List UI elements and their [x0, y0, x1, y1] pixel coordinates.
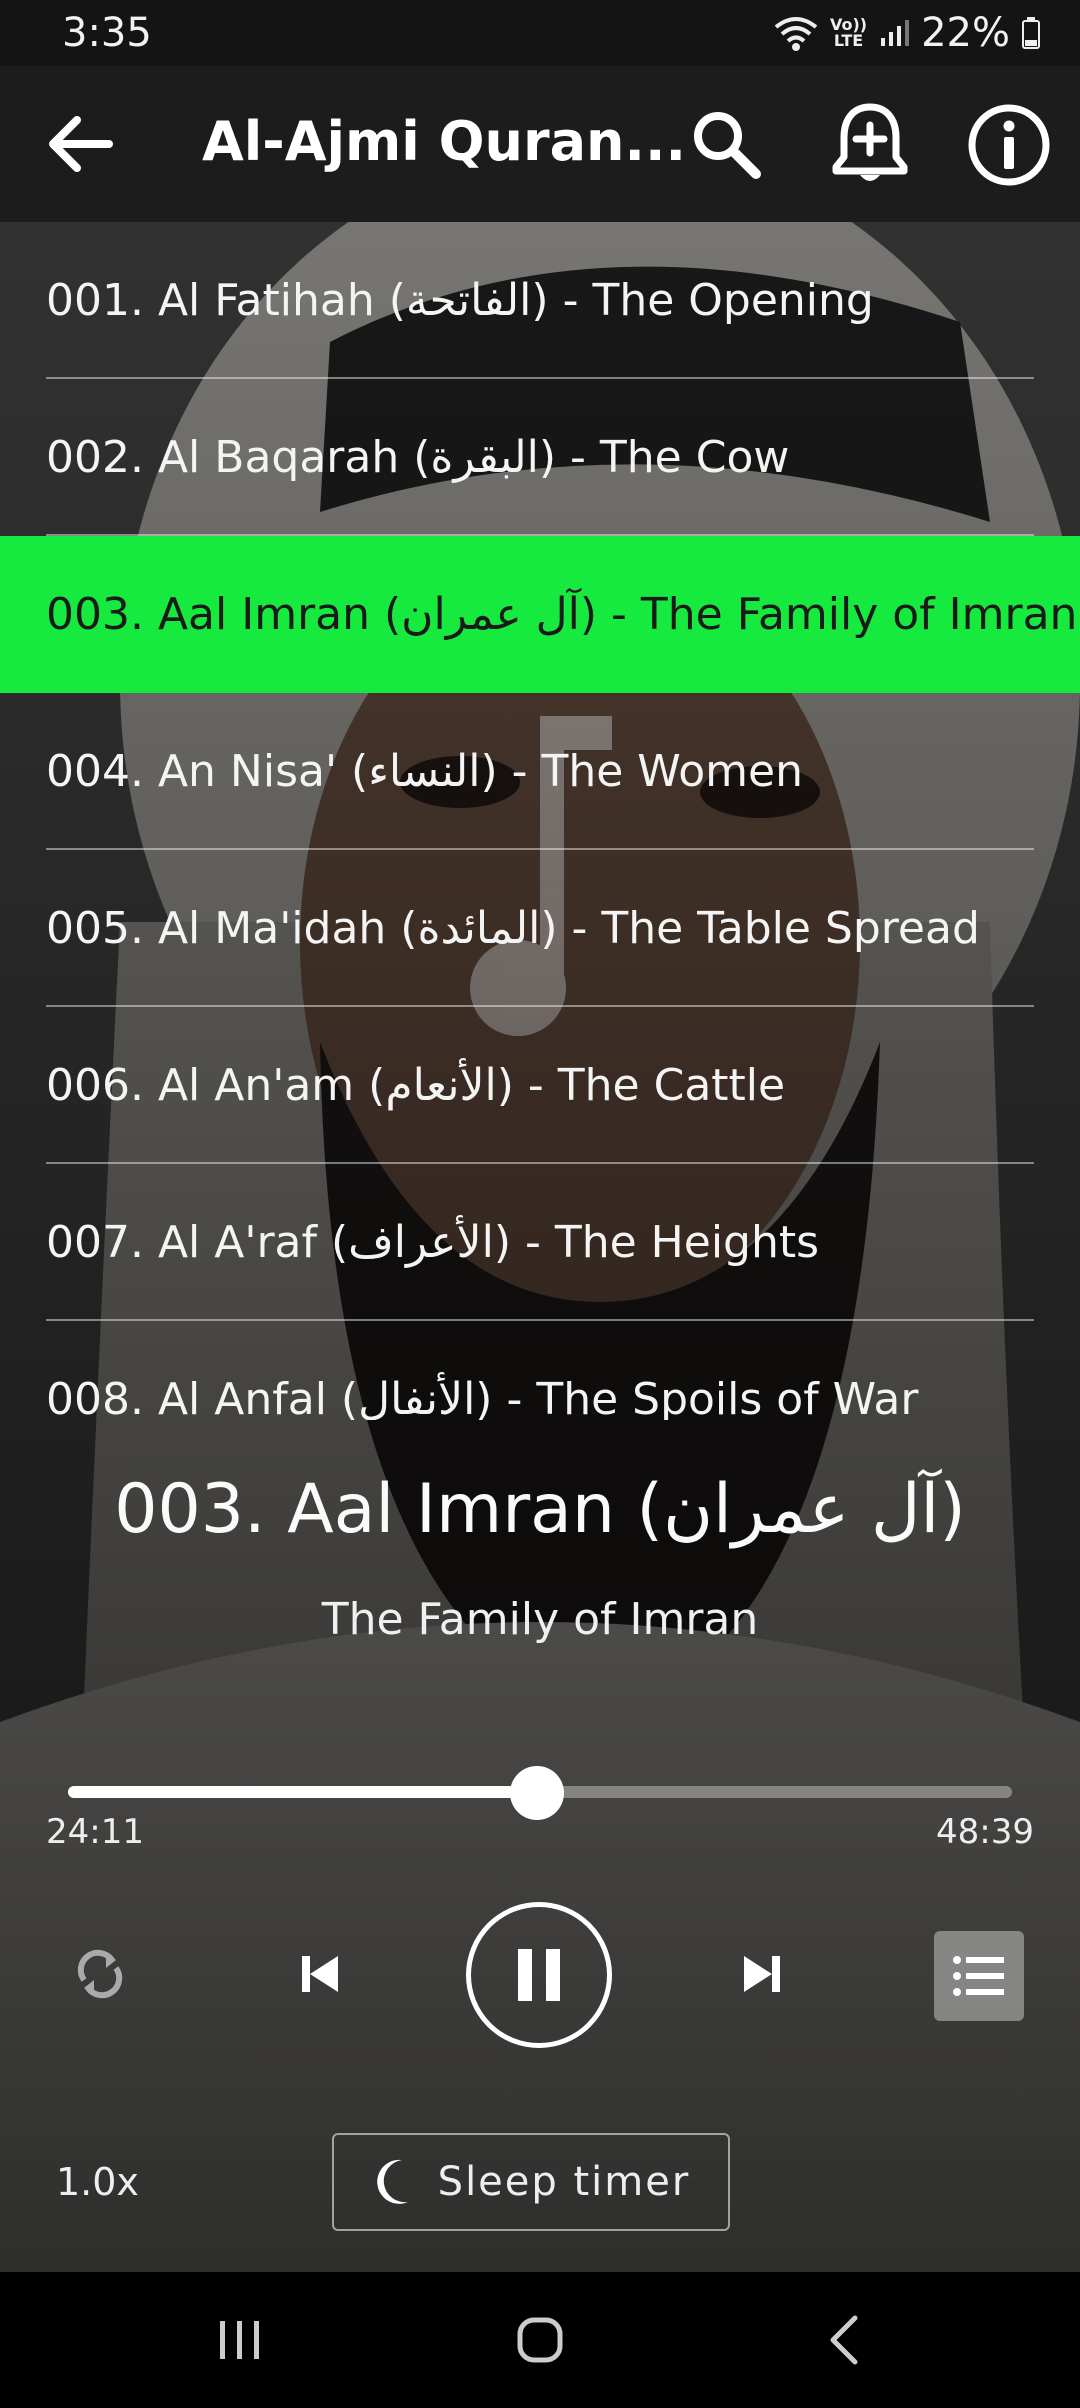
total-time: 48:39 [936, 1812, 1034, 1852]
search-button[interactable] [686, 104, 766, 184]
recent-apps-icon [220, 2321, 259, 2359]
status-icons: Vo)) LTE 22% [774, 10, 1040, 56]
status-time: 3:35 [62, 10, 152, 56]
search-icon [694, 112, 761, 179]
app-bar: Al-Ajmi Quran... [0, 66, 1080, 222]
wifi-icon [774, 17, 818, 51]
system-back-button[interactable] [804, 2300, 884, 2380]
now-playing-title: 003. Aal Imran (آل عمران) [114, 1470, 966, 1549]
list-item[interactable]: 008. Al Anfal (الأنفال) - The Spoils of … [0, 1321, 1080, 1420]
previous-button[interactable] [280, 1934, 360, 2014]
list-icon [953, 1956, 1004, 1996]
moon-icon [376, 2159, 408, 2204]
pause-button[interactable] [466, 1902, 612, 2048]
repeat-icon [77, 1949, 123, 1999]
list-item[interactable]: 007. Al A'raf (الأعراف) - The Heights [0, 1164, 1080, 1321]
list-item[interactable]: 005. Al Ma'idah (المائدة) - The Table Sp… [0, 850, 1080, 1007]
info-button[interactable] [964, 100, 1054, 190]
recent-apps-button[interactable] [200, 2300, 280, 2380]
playlist-button[interactable] [934, 1931, 1024, 2021]
battery-icon [1022, 17, 1040, 49]
pause-icon [518, 1949, 560, 2001]
back-button[interactable] [40, 104, 120, 184]
list-item[interactable]: 006. Al An'am (الأنعام) - The Cattle [0, 1007, 1080, 1164]
signal-icon [881, 20, 910, 46]
battery-percent: 22% [921, 10, 1010, 56]
player-content: 001. Al Fatihah (الفاتحة) - The Opening … [0, 222, 1080, 2272]
info-icon [968, 104, 1050, 186]
seek-bar[interactable] [68, 1766, 1012, 1820]
sleep-timer-button[interactable]: Sleep timer [332, 2133, 730, 2231]
skip-previous-icon [302, 1956, 338, 1992]
list-item[interactable]: 002. Al Baqarah (البقرة) - The Cow [0, 379, 1080, 536]
list-item[interactable]: 004. An Nisa' (النساء) - The Women [0, 693, 1080, 850]
now-playing-subtitle: The Family of Imran [321, 1594, 759, 1645]
chevron-left-icon [830, 2315, 858, 2365]
playback-speed-button[interactable]: 1.0x [56, 2160, 139, 2204]
arrow-left-icon [49, 116, 113, 172]
bell-plus-icon [832, 103, 908, 181]
seek-progress [68, 1786, 538, 1798]
next-button[interactable] [722, 1934, 802, 2014]
home-button[interactable] [500, 2300, 580, 2380]
lte-indicator: Vo)) LTE [829, 15, 868, 50]
system-nav-bar [0, 2272, 1080, 2408]
home-icon [517, 2317, 563, 2363]
repeat-button[interactable] [60, 1934, 140, 2014]
list-item[interactable]: 001. Al Fatihah (الفاتحة) - The Opening [0, 222, 1080, 379]
surah-list[interactable]: 001. Al Fatihah (الفاتحة) - The Opening … [0, 222, 1080, 1420]
seek-thumb[interactable] [510, 1766, 565, 1820]
skip-next-icon [744, 1956, 780, 1992]
add-alarm-button[interactable] [826, 100, 914, 188]
current-time: 24:11 [46, 1812, 144, 1852]
list-item-active[interactable]: 003. Aal Imran (آل عمران) - The Family o… [0, 536, 1080, 693]
status-bar: 3:35 Vo)) LTE 22% [0, 0, 1080, 66]
page-title: Al-Ajmi Quran... [202, 110, 686, 173]
sleep-timer-label: Sleep timer [437, 2159, 691, 2205]
